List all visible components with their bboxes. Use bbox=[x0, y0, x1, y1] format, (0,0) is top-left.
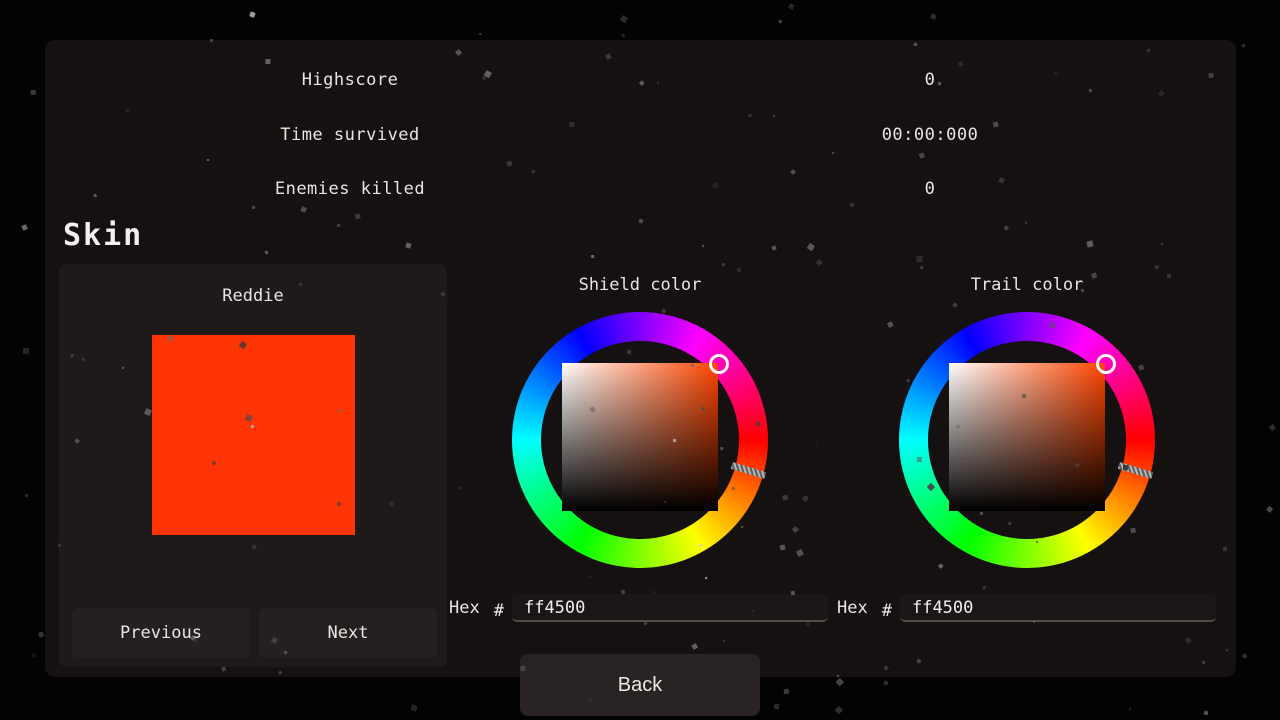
star-particle bbox=[410, 704, 418, 712]
sv-selector-handle[interactable] bbox=[709, 354, 729, 374]
stat-value: 00:00:000 bbox=[730, 125, 1130, 145]
star-particle bbox=[1203, 710, 1208, 715]
star-particle bbox=[620, 15, 628, 23]
stat-row-highscore: Highscore 0 bbox=[45, 70, 1236, 90]
star-particle bbox=[779, 20, 783, 24]
star-particle bbox=[788, 3, 794, 9]
back-button[interactable]: Back bbox=[520, 654, 760, 716]
stat-label: Enemies killed bbox=[150, 179, 550, 199]
stat-value: 0 bbox=[730, 70, 1130, 90]
picker-title: Trail color bbox=[899, 275, 1155, 295]
star-particle bbox=[836, 678, 844, 686]
star-particle bbox=[21, 224, 28, 231]
stat-row-enemies-killed: Enemies killed 0 bbox=[45, 179, 1236, 199]
star-particle bbox=[1269, 424, 1276, 431]
star-particle bbox=[1242, 653, 1247, 658]
star-particle bbox=[622, 34, 626, 38]
skin-preview-swatch bbox=[152, 335, 355, 535]
shield-color-picker: Shield color bbox=[512, 270, 768, 570]
stat-row-time-survived: Time survived 00:00:000 bbox=[45, 125, 1236, 145]
trail-color-picker: Trail color bbox=[899, 270, 1155, 570]
star-particle bbox=[25, 494, 28, 497]
star-particle bbox=[1129, 708, 1132, 711]
star-particle bbox=[784, 689, 789, 694]
shield-hex-row: Hex # bbox=[449, 594, 828, 622]
star-particle bbox=[774, 704, 780, 710]
skin-name: Reddie bbox=[59, 286, 447, 306]
saturation-value-square[interactable] bbox=[562, 363, 718, 511]
stat-label: Highscore bbox=[150, 70, 550, 90]
star-particle bbox=[23, 348, 29, 354]
star-particle bbox=[930, 13, 936, 19]
star-particle bbox=[479, 33, 481, 35]
star-particle bbox=[249, 11, 255, 17]
hex-label: Hex bbox=[449, 598, 480, 618]
trail-hex-row: Hex # bbox=[837, 594, 1216, 622]
shield-hex-input[interactable] bbox=[512, 594, 828, 622]
star-particle bbox=[32, 654, 36, 658]
star-particle bbox=[883, 680, 888, 685]
hash-symbol: # bbox=[494, 601, 504, 621]
saturation-value-square[interactable] bbox=[949, 363, 1105, 511]
previous-skin-button[interactable]: Previous bbox=[72, 608, 250, 658]
hex-label: Hex bbox=[837, 598, 868, 618]
sv-selector-handle[interactable] bbox=[1096, 354, 1116, 374]
hash-symbol: # bbox=[882, 601, 892, 621]
skin-section-title: Skin bbox=[63, 218, 143, 253]
star-particle bbox=[38, 631, 44, 637]
star-particle bbox=[31, 90, 36, 95]
trail-hex-input[interactable] bbox=[900, 594, 1216, 622]
picker-title: Shield color bbox=[512, 275, 768, 295]
star-particle bbox=[835, 706, 843, 714]
game-screen: Highscore 0 Time survived 00:00:000 Enem… bbox=[0, 0, 1280, 720]
next-skin-button[interactable]: Next bbox=[259, 608, 437, 658]
stat-value: 0 bbox=[730, 179, 1130, 199]
skin-card: Reddie Previous Next bbox=[59, 264, 447, 667]
star-particle bbox=[1241, 43, 1245, 47]
stat-label: Time survived bbox=[150, 125, 550, 145]
star-particle bbox=[1266, 506, 1274, 514]
